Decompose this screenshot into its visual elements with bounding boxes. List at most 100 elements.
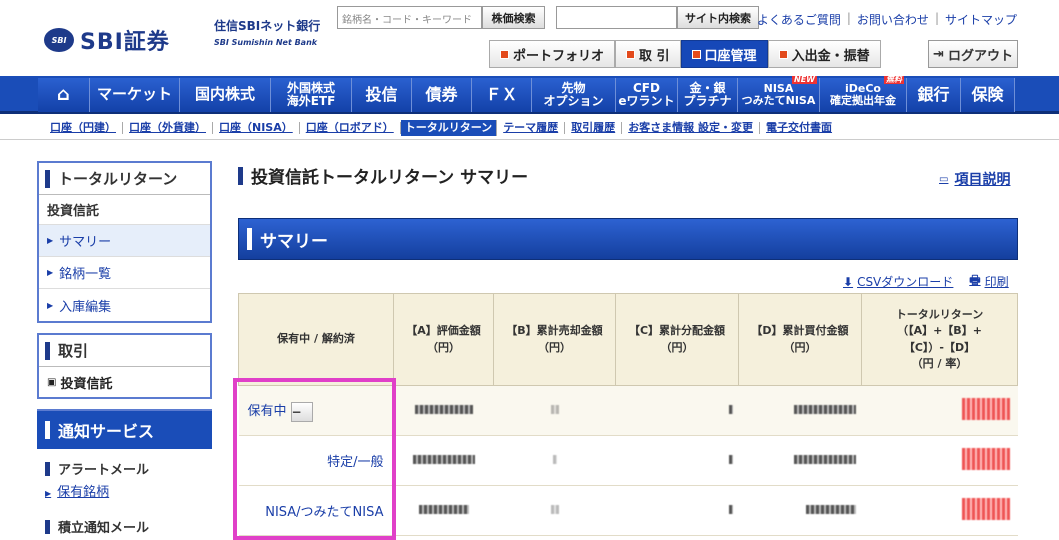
nav-domestic-stock[interactable]: 国内株式 [180, 78, 271, 112]
square-icon [778, 49, 788, 59]
faq-link[interactable]: よくあるご質問 [757, 11, 841, 28]
cell-c [615, 385, 739, 436]
nav-bank[interactable]: 銀行 [907, 78, 961, 112]
nav-futures[interactable]: 先物 オプション [532, 78, 616, 112]
subnav-nisa[interactable]: 口座（NISA） [213, 122, 300, 134]
sidebar-item-edit[interactable]: ▶ 入庫編集 [39, 289, 210, 321]
actions: ⬇ CSVダウンロード 🖶 印刷 [843, 271, 1009, 292]
summary-heading: サマリー [238, 218, 1018, 260]
stock-search-input[interactable]: 銘柄名・コード・キーワード [337, 6, 482, 29]
sitemap-link[interactable]: サイトマップ [945, 11, 1017, 28]
redacted-value [412, 455, 475, 464]
collapse-button[interactable]: − [290, 401, 313, 422]
nav-cfd[interactable]: CFD eワラント [616, 78, 678, 112]
subnav-e-docs[interactable]: 電子交付書面 [760, 122, 838, 134]
square-icon [626, 49, 636, 59]
redacted-value [961, 498, 1010, 520]
stock-search-button[interactable]: 株価検索 [482, 6, 545, 29]
subnav-foreign[interactable]: 口座（外貨建） [123, 122, 213, 134]
subnav-history[interactable]: 取引履歴 [565, 122, 623, 134]
bank-subtitle: SBI Sumishin Net Bank [214, 38, 318, 48]
triangle-right-icon: ▶ [47, 236, 54, 245]
print-icon: 🖶 [969, 273, 981, 287]
redacted-value [552, 455, 557, 464]
triangle-right-icon: ▶ [47, 268, 54, 277]
bank-logo[interactable]: 住信SBIネット銀行 SBI Sumishin Net Bank [214, 19, 321, 48]
redacted-value [793, 455, 856, 464]
tab-deposit[interactable]: 入出金・振替 [767, 40, 881, 68]
cell-total [861, 385, 1018, 436]
nav-foreign-stock[interactable]: 外国株式 海外ETF [271, 78, 352, 112]
free-badge: 無料 [884, 75, 904, 85]
sidebar-item-summary[interactable]: ▶ サマリー [39, 225, 210, 257]
sbi-logo[interactable]: SBI SBI証券 [44, 24, 170, 56]
sidebar-trade-fund[interactable]: ▣ 投資信託 [39, 367, 210, 397]
new-badge: NEW [792, 75, 817, 85]
nisa-link[interactable]: NISA/つみたてNISA [265, 505, 383, 520]
row-label-cell: 特定/一般 [238, 435, 394, 486]
bank-title: 住信SBIネット銀行 [214, 19, 321, 33]
subnav-theme[interactable]: テーマ履歴 [497, 122, 566, 134]
table-header: 保有中 / 解約済 【A】評価金額 （円） 【B】累計売却金額 （円） 【C】累… [238, 293, 1018, 386]
subnav-jpy[interactable]: 口座（円建） [44, 122, 123, 134]
th-d: 【D】累計買付金額 （円） [738, 293, 862, 386]
top-links: よくあるご質問 | お問い合わせ | サイトマップ [756, 11, 1017, 28]
help-link[interactable]: ▭ 項目説明 [939, 169, 1010, 189]
nav-insurance[interactable]: 保険 [961, 78, 1015, 112]
sidebar-total-return: トータルリターン 投資信託 ▶ サマリー ▶ 銘柄一覧 ▶ 入庫編集 [37, 161, 212, 323]
redacted-value [728, 405, 733, 414]
table-row: 保有中 − [238, 385, 1018, 436]
logout-icon: ⇥ [933, 46, 944, 62]
cell-b [493, 485, 616, 536]
redacted-value [728, 505, 733, 514]
box-icon: ▣ [47, 376, 57, 388]
cell-a [393, 435, 494, 486]
nav-gold[interactable]: 金・銀 プラチナ [678, 78, 738, 112]
table-row: 特定/一般 [238, 435, 1018, 486]
nav-nisa[interactable]: NISA つみたてNISA NEW [738, 75, 820, 112]
nav-fund[interactable]: 投信 [352, 78, 412, 112]
subnav-settings[interactable]: お客さま情報 設定・変更 [622, 122, 761, 134]
header: SBI SBI証券 住信SBIネット銀行 SBI Sumishin Net Ba… [0, 0, 1059, 76]
sidebar-item-list[interactable]: ▶ 銘柄一覧 [39, 257, 210, 289]
redacted-value [961, 398, 1010, 420]
tab-portfolio[interactable]: ポートフォリオ [489, 40, 616, 68]
summary-table: 保有中 / 解約済 【A】評価金額 （円） 【B】累計売却金額 （円） 【C】累… [238, 293, 1018, 536]
sidebar-alert: アラートメール [37, 449, 212, 478]
th-c: 【C】累計分配金額 （円） [615, 293, 739, 386]
subnav-robo[interactable]: 口座（ロボアド） [300, 122, 401, 134]
triangle-right-icon: ▶ [47, 300, 54, 310]
cell-c [615, 435, 739, 486]
nav-market[interactable]: マーケット [90, 78, 180, 112]
cell-d [738, 385, 862, 436]
cell-d [738, 485, 862, 536]
redacted-value [550, 505, 559, 514]
sidebar-holdings[interactable]: ▶ 保有銘柄 [37, 478, 212, 503]
tab-trade[interactable]: 取 引 [615, 40, 681, 68]
download-icon: ⬇ [843, 274, 854, 289]
row-label-cell: NISA/つみたてNISA [238, 485, 394, 536]
subnav-total-return[interactable]: トータルリターン [400, 120, 498, 136]
divider [0, 139, 1059, 140]
sidebar-notif-heading: 通知サービス [37, 411, 212, 449]
cell-total [861, 435, 1018, 486]
print-link[interactable]: 🖶 印刷 [969, 271, 1008, 292]
page-title: 投資信託トータルリターン サマリー [238, 163, 528, 188]
csv-download-link[interactable]: ⬇ CSVダウンロード [843, 271, 953, 292]
redacted-value [414, 405, 473, 414]
cell-a [393, 485, 494, 536]
home-icon[interactable]: ⌂ [38, 78, 90, 112]
sbi-logo-icon: SBI [44, 28, 74, 52]
sidebar-reserve: 積立通知メール [37, 503, 212, 536]
contact-link[interactable]: お問い合わせ [857, 11, 929, 28]
specific-general-link[interactable]: 特定/一般 [327, 455, 383, 470]
nav-bond[interactable]: 債券 [412, 78, 472, 112]
site-search-button[interactable]: サイト内検索 [677, 6, 759, 29]
logo-text: SBI証券 [80, 30, 170, 55]
site-search-input[interactable] [556, 6, 677, 29]
holding-link[interactable]: 保有中 [248, 404, 287, 419]
logout-button[interactable]: ⇥ ログアウト [928, 40, 1018, 68]
nav-fx[interactable]: ＦＸ [472, 78, 532, 112]
nav-ideco[interactable]: iDeCo 確定拠出年金 無料 [820, 75, 907, 112]
tab-account[interactable]: 口座管理 [680, 40, 768, 68]
